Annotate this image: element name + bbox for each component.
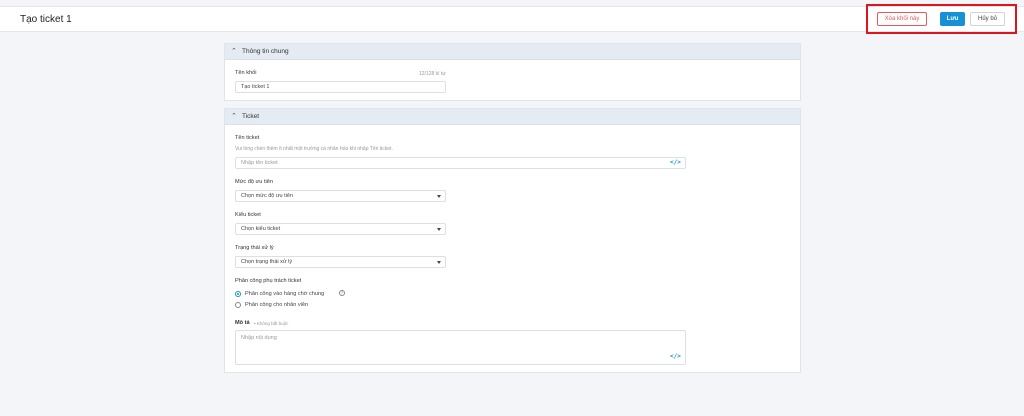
caret-down-icon (437, 228, 441, 231)
description-optional-hint: • Không bắt buộc (254, 321, 289, 326)
code-insert-icon[interactable]: </> (670, 353, 681, 360)
ticket-name-label: Tên ticket (235, 135, 260, 141)
code-insert-icon[interactable]: </> (670, 159, 681, 166)
ticket-type-select-value: Chọn kiểu ticket (241, 226, 281, 232)
assign-label: Phân công phụ trách ticket (235, 278, 302, 284)
caret-down-icon (437, 261, 441, 264)
description-textarea[interactable]: Nhập nội dung </> (235, 330, 686, 365)
description-label: Mô tả (235, 320, 250, 326)
ticket-name-input[interactable]: Nhập tên ticket (235, 157, 686, 169)
description-optional-text: Không bắt buộc (256, 321, 289, 326)
assign-agent-label[interactable]: Phân công cho nhân viên (245, 302, 308, 308)
page-title: Tạo ticket 1 (20, 14, 72, 25)
general-info-title: Thông tin chung (242, 48, 289, 55)
assign-queue-radio[interactable] (235, 291, 241, 297)
ticket-header[interactable]: ⌃ Ticket (225, 109, 800, 125)
general-info-card: ⌃ Thông tin chung Tên khối 12/128 kí tự … (224, 43, 801, 101)
general-info-header[interactable]: ⌃ Thông tin chung (225, 44, 800, 60)
priority-select-value: Chọn mức độ ưu tiên (241, 193, 294, 199)
ticket-type-label: Kiểu ticket (235, 212, 261, 218)
help-icon[interactable]: ? (339, 290, 345, 296)
delete-block-button[interactable]: Xóa khối này (877, 12, 927, 26)
save-button[interactable]: Lưu (940, 12, 965, 26)
block-name-input[interactable]: Tạo ticket 1 (235, 81, 446, 93)
ticket-type-select[interactable]: Chọn kiểu ticket (235, 223, 446, 235)
caret-down-icon (437, 195, 441, 198)
description-placeholder: Nhập nội dung (241, 335, 277, 341)
priority-label: Mức độ ưu tiên (235, 179, 273, 185)
status-label: Trạng thái xử lý (235, 245, 274, 251)
status-select[interactable]: Chọn trạng thái xử lý (235, 256, 446, 268)
assign-queue-label[interactable]: Phân công vào hàng chờ chung (245, 291, 324, 297)
ticket-card: ⌃ Ticket Tên ticket Vui lòng chèn thêm í… (224, 108, 801, 373)
ticket-name-hint: Vui lòng chèn thêm ít nhất một trường cá… (235, 146, 393, 152)
assign-agent-radio[interactable] (235, 302, 241, 308)
char-count: 12/128 kí tự (419, 71, 446, 77)
block-name-label: Tên khối (235, 70, 257, 76)
priority-select[interactable]: Chọn mức độ ưu tiên (235, 190, 446, 202)
cancel-button[interactable]: Hủy bỏ (970, 12, 1005, 26)
status-select-value: Chọn trạng thái xử lý (241, 259, 293, 265)
chevron-up-icon: ⌃ (231, 48, 237, 55)
ticket-title: Ticket (242, 113, 260, 120)
chevron-up-icon: ⌃ (231, 113, 237, 120)
